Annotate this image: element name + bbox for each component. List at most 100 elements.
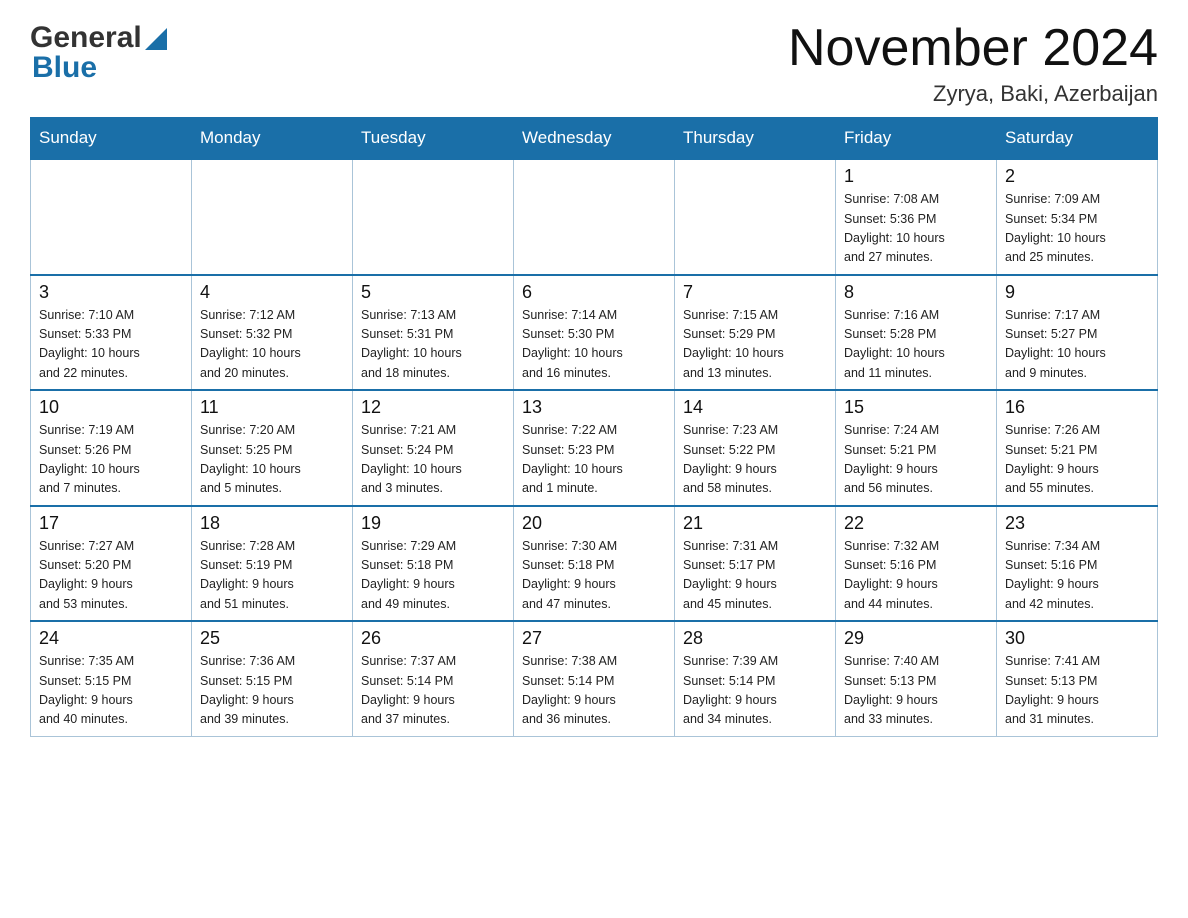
day-number: 26 xyxy=(361,628,505,649)
calendar-title-area: November 2024 Zyrya, Baki, Azerbaijan xyxy=(788,20,1158,107)
calendar-cell: 1 Sunrise: 7:08 AMSunset: 5:36 PMDaylight… xyxy=(836,159,997,275)
day-number: 4 xyxy=(200,282,344,303)
day-number: 21 xyxy=(683,513,827,534)
weekday-header-saturday: Saturday xyxy=(997,118,1158,160)
logo-blue-text: Blue xyxy=(32,51,97,85)
calendar-cell xyxy=(353,159,514,275)
calendar-cell: 2 Sunrise: 7:09 AMSunset: 5:34 PMDaylight… xyxy=(997,159,1158,275)
day-info: Sunrise: 7:27 AMSunset: 5:20 PMDaylight:… xyxy=(39,537,183,615)
day-number: 24 xyxy=(39,628,183,649)
day-info: Sunrise: 7:24 AMSunset: 5:21 PMDaylight:… xyxy=(844,421,988,499)
week-row-4: 17Sunrise: 7:27 AMSunset: 5:20 PMDayligh… xyxy=(31,506,1158,622)
day-info: Sunrise: 7:34 AMSunset: 5:16 PMDaylight:… xyxy=(1005,537,1149,615)
calendar-title: November 2024 xyxy=(788,20,1158,77)
calendar-cell: 29 Sunrise: 7:40 AMSunset: 5:13 PMDayligh… xyxy=(836,621,997,736)
weekday-header-monday: Monday xyxy=(192,118,353,160)
day-info: Sunrise: 7:20 AMSunset: 5:25 PMDaylight:… xyxy=(200,421,344,499)
day-info: Sunrise: 7:09 AMSunset: 5:34 PMDaylight:… xyxy=(1005,190,1149,268)
day-number: 10 xyxy=(39,397,183,418)
calendar-cell: 10 Sunrise: 7:19 AMSunset: 5:26 PMDayligh… xyxy=(31,390,192,506)
calendar-cell: 18Sunrise: 7:28 AMSunset: 5:19 PMDayligh… xyxy=(192,506,353,622)
calendar-cell: 21 Sunrise: 7:31 AMSunset: 5:17 PMDayligh… xyxy=(675,506,836,622)
calendar-cell: 14Sunrise: 7:23 AMSunset: 5:22 PMDayligh… xyxy=(675,390,836,506)
week-row-3: 10 Sunrise: 7:19 AMSunset: 5:26 PMDayligh… xyxy=(31,390,1158,506)
calendar-cell xyxy=(675,159,836,275)
day-info: Sunrise: 7:31 AMSunset: 5:17 PMDaylight:… xyxy=(683,537,827,615)
calendar-cell: 19Sunrise: 7:29 AMSunset: 5:18 PMDayligh… xyxy=(353,506,514,622)
calendar-cell: 26 Sunrise: 7:37 AMSunset: 5:14 PMDayligh… xyxy=(353,621,514,736)
day-number: 8 xyxy=(844,282,988,303)
calendar-cell: 20 Sunrise: 7:30 AMSunset: 5:18 PMDayligh… xyxy=(514,506,675,622)
weekday-header-sunday: Sunday xyxy=(31,118,192,160)
day-info: Sunrise: 7:39 AMSunset: 5:14 PMDaylight:… xyxy=(683,652,827,730)
day-number: 19 xyxy=(361,513,505,534)
calendar-cell xyxy=(31,159,192,275)
day-info: Sunrise: 7:14 AMSunset: 5:30 PMDaylight:… xyxy=(522,306,666,384)
day-info: Sunrise: 7:26 AMSunset: 5:21 PMDaylight:… xyxy=(1005,421,1149,499)
calendar-cell: 23 Sunrise: 7:34 AMSunset: 5:16 PMDayligh… xyxy=(997,506,1158,622)
day-info: Sunrise: 7:37 AMSunset: 5:14 PMDaylight:… xyxy=(361,652,505,730)
day-info: Sunrise: 7:17 AMSunset: 5:27 PMDaylight:… xyxy=(1005,306,1149,384)
weekday-header-tuesday: Tuesday xyxy=(353,118,514,160)
calendar-cell xyxy=(192,159,353,275)
location-subtitle: Zyrya, Baki, Azerbaijan xyxy=(788,81,1158,107)
day-info: Sunrise: 7:36 AMSunset: 5:15 PMDaylight:… xyxy=(200,652,344,730)
day-number: 6 xyxy=(522,282,666,303)
calendar-cell: 12 Sunrise: 7:21 AMSunset: 5:24 PMDayligh… xyxy=(353,390,514,506)
calendar-cell: 13 Sunrise: 7:22 AMSunset: 5:23 PMDayligh… xyxy=(514,390,675,506)
day-info: Sunrise: 7:35 AMSunset: 5:15 PMDaylight:… xyxy=(39,652,183,730)
day-number: 12 xyxy=(361,397,505,418)
week-row-1: 1 Sunrise: 7:08 AMSunset: 5:36 PMDaylight… xyxy=(31,159,1158,275)
day-info: Sunrise: 7:15 AMSunset: 5:29 PMDaylight:… xyxy=(683,306,827,384)
calendar-cell: 11Sunrise: 7:20 AMSunset: 5:25 PMDayligh… xyxy=(192,390,353,506)
day-info: Sunrise: 7:16 AMSunset: 5:28 PMDaylight:… xyxy=(844,306,988,384)
calendar-cell: 15 Sunrise: 7:24 AMSunset: 5:21 PMDayligh… xyxy=(836,390,997,506)
calendar-cell: 30Sunrise: 7:41 AMSunset: 5:13 PMDayligh… xyxy=(997,621,1158,736)
day-number: 27 xyxy=(522,628,666,649)
week-row-2: 3 Sunrise: 7:10 AMSunset: 5:33 PMDaylight… xyxy=(31,275,1158,391)
calendar-cell: 7 Sunrise: 7:15 AMSunset: 5:29 PMDaylight… xyxy=(675,275,836,391)
day-number: 1 xyxy=(844,166,988,187)
week-row-5: 24 Sunrise: 7:35 AMSunset: 5:15 PMDayligh… xyxy=(31,621,1158,736)
day-number: 5 xyxy=(361,282,505,303)
day-number: 20 xyxy=(522,513,666,534)
calendar-cell: 6 Sunrise: 7:14 AMSunset: 5:30 PMDaylight… xyxy=(514,275,675,391)
day-info: Sunrise: 7:12 AMSunset: 5:32 PMDaylight:… xyxy=(200,306,344,384)
calendar-cell: 25 Sunrise: 7:36 AMSunset: 5:15 PMDayligh… xyxy=(192,621,353,736)
day-info: Sunrise: 7:32 AMSunset: 5:16 PMDaylight:… xyxy=(844,537,988,615)
day-info: Sunrise: 7:22 AMSunset: 5:23 PMDaylight:… xyxy=(522,421,666,499)
calendar-table: SundayMondayTuesdayWednesdayThursdayFrid… xyxy=(30,117,1158,737)
day-number: 2 xyxy=(1005,166,1149,187)
weekday-header-friday: Friday xyxy=(836,118,997,160)
calendar-cell xyxy=(514,159,675,275)
day-number: 13 xyxy=(522,397,666,418)
calendar-cell: 16 Sunrise: 7:26 AMSunset: 5:21 PMDayligh… xyxy=(997,390,1158,506)
day-info: Sunrise: 7:30 AMSunset: 5:18 PMDaylight:… xyxy=(522,537,666,615)
day-number: 28 xyxy=(683,628,827,649)
logo-triangle-icon xyxy=(145,28,167,50)
day-info: Sunrise: 7:41 AMSunset: 5:13 PMDaylight:… xyxy=(1005,652,1149,730)
day-info: Sunrise: 7:21 AMSunset: 5:24 PMDaylight:… xyxy=(361,421,505,499)
day-number: 22 xyxy=(844,513,988,534)
logo-general-text: General xyxy=(30,21,142,55)
calendar-cell: 5Sunrise: 7:13 AMSunset: 5:31 PMDaylight… xyxy=(353,275,514,391)
day-info: Sunrise: 7:23 AMSunset: 5:22 PMDaylight:… xyxy=(683,421,827,499)
weekday-header-row: SundayMondayTuesdayWednesdayThursdayFrid… xyxy=(31,118,1158,160)
calendar-cell: 8 Sunrise: 7:16 AMSunset: 5:28 PMDaylight… xyxy=(836,275,997,391)
calendar-cell: 28 Sunrise: 7:39 AMSunset: 5:14 PMDayligh… xyxy=(675,621,836,736)
day-info: Sunrise: 7:38 AMSunset: 5:14 PMDaylight:… xyxy=(522,652,666,730)
day-info: Sunrise: 7:10 AMSunset: 5:33 PMDaylight:… xyxy=(39,306,183,384)
day-info: Sunrise: 7:40 AMSunset: 5:13 PMDaylight:… xyxy=(844,652,988,730)
calendar-cell: 27 Sunrise: 7:38 AMSunset: 5:14 PMDayligh… xyxy=(514,621,675,736)
day-number: 16 xyxy=(1005,397,1149,418)
day-number: 23 xyxy=(1005,513,1149,534)
day-number: 25 xyxy=(200,628,344,649)
day-info: Sunrise: 7:08 AMSunset: 5:36 PMDaylight:… xyxy=(844,190,988,268)
day-number: 7 xyxy=(683,282,827,303)
day-info: Sunrise: 7:19 AMSunset: 5:26 PMDaylight:… xyxy=(39,421,183,499)
day-number: 18 xyxy=(200,513,344,534)
day-number: 15 xyxy=(844,397,988,418)
day-number: 29 xyxy=(844,628,988,649)
day-number: 3 xyxy=(39,282,183,303)
calendar-cell: 9Sunrise: 7:17 AMSunset: 5:27 PMDaylight… xyxy=(997,275,1158,391)
